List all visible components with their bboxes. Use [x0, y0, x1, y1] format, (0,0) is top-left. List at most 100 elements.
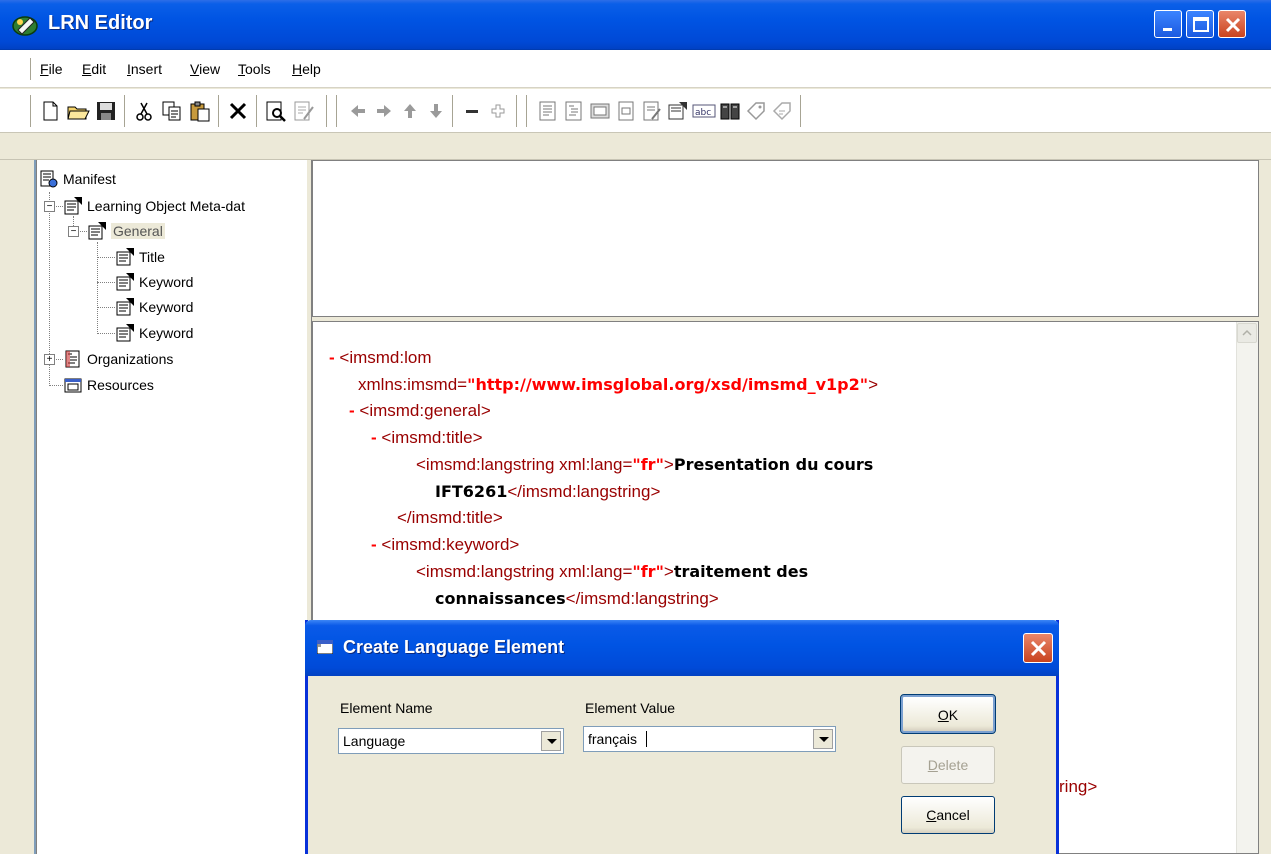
collapse-toggle[interactable]: -: [371, 535, 377, 554]
validate-button[interactable]: [292, 99, 316, 123]
move-right-button[interactable]: [372, 99, 396, 123]
collapse-toggle[interactable]: -: [349, 401, 355, 420]
dialog-title-bar[interactable]: Create Language Element: [305, 620, 1059, 676]
toolbar-separator: [800, 95, 802, 127]
preview-button[interactable]: [264, 99, 288, 123]
delete-button[interactable]: Delete: [901, 746, 995, 784]
minimize-button[interactable]: [1154, 10, 1182, 38]
tree-item-keyword[interactable]: Keyword: [115, 271, 193, 293]
dropdown-arrow-icon[interactable]: [541, 731, 561, 751]
move-up-button[interactable]: [398, 99, 422, 123]
expand-button[interactable]: [486, 99, 510, 123]
maximize-button[interactable]: [1186, 10, 1214, 38]
package-button[interactable]: [770, 99, 794, 123]
toolbar-grip: [28, 95, 31, 127]
metadata-button[interactable]: [536, 99, 560, 123]
copy-button[interactable]: [160, 99, 184, 123]
toolbar-separator: [452, 95, 454, 127]
tree-item-organizations[interactable]: Organizations: [63, 348, 173, 370]
tree-connector: [97, 333, 115, 334]
collapse-toggle[interactable]: -: [371, 428, 377, 447]
resource-icon: [590, 103, 610, 119]
close-icon: [1030, 640, 1047, 657]
xml-scrollbar[interactable]: [1236, 322, 1258, 853]
expander-general[interactable]: −: [68, 226, 79, 237]
tree-item-title[interactable]: Title: [115, 246, 165, 268]
dialog-close-button[interactable]: [1023, 633, 1053, 663]
paste-button[interactable]: [188, 99, 212, 123]
expander-lom[interactable]: −: [44, 201, 55, 212]
create-language-element-dialog: Create Language Element Element Name Ele…: [305, 620, 1059, 854]
open-button[interactable]: [66, 99, 90, 123]
tree-label: General: [111, 223, 165, 239]
move-down-button[interactable]: [424, 99, 448, 123]
tree-label: Manifest: [63, 171, 116, 187]
tree-item-keyword[interactable]: Keyword: [115, 322, 193, 344]
tree-label: Resources: [87, 377, 154, 393]
menu-tools[interactable]: Tools: [238, 61, 271, 77]
item-button[interactable]: [614, 99, 638, 123]
menu-edit[interactable]: Edit: [82, 61, 106, 77]
toolbar-separator: [326, 95, 328, 127]
xml-line: - <imsmd:keyword>: [371, 535, 520, 554]
manifest-tree[interactable]: − − + Manifest Learning Object Meta-dat …: [36, 160, 306, 854]
toolbar-grip: [334, 95, 337, 127]
ok-button[interactable]: OK: [900, 694, 996, 734]
resource-button[interactable]: [588, 99, 612, 123]
xml-line: <imsmd:langstring xml:lang="fr">Presenta…: [416, 455, 874, 474]
tree-label: Keyword: [139, 274, 194, 290]
tag-button[interactable]: [744, 99, 768, 123]
tree-item-resources[interactable]: Resources: [63, 374, 154, 396]
organization-button[interactable]: [562, 99, 586, 123]
tree-label: Title: [139, 249, 165, 265]
tree-item-manifest[interactable]: Manifest: [39, 168, 116, 190]
toolbar-separator: [124, 95, 126, 127]
xml-line: </imsmd:title>: [397, 508, 503, 527]
tree-label: Keyword: [139, 325, 194, 341]
cancel-button[interactable]: Cancel: [901, 796, 995, 834]
package-icon: [772, 102, 791, 121]
collapse-button[interactable]: [460, 99, 484, 123]
properties-pane: [312, 160, 1259, 317]
collapse-toggle[interactable]: -: [329, 348, 335, 367]
tree-connector: [97, 242, 98, 334]
xml-line: ring>: [1059, 777, 1098, 796]
save-button[interactable]: [94, 99, 118, 123]
cut-button[interactable]: [132, 99, 156, 123]
app-logo-icon: [12, 16, 38, 36]
new-button[interactable]: [38, 99, 62, 123]
window-title: LRN Editor: [48, 12, 153, 34]
tree-connector: [49, 385, 63, 386]
tree-item-lom[interactable]: Learning Object Meta-dat: [63, 195, 245, 217]
menu-file[interactable]: File: [40, 61, 63, 77]
element-value-combo[interactable]: français: [583, 726, 836, 752]
arrow-right-icon: [377, 105, 391, 117]
properties-icon: [116, 248, 134, 266]
tree-item-keyword[interactable]: Keyword: [115, 296, 193, 318]
scroll-up-button[interactable]: [1237, 323, 1257, 343]
menu-insert[interactable]: Insert: [127, 61, 162, 77]
move-left-button[interactable]: [346, 99, 370, 123]
expander-organizations[interactable]: +: [44, 354, 55, 365]
element-name-select[interactable]: Language: [338, 728, 564, 754]
organization-icon: [65, 350, 80, 368]
open-icon: [67, 106, 90, 120]
title-bar[interactable]: LRN Editor: [0, 0, 1271, 50]
delete-button[interactable]: [226, 99, 250, 123]
menu-bar: File Edit Insert View Tools Help: [0, 50, 1271, 88]
book-button[interactable]: [718, 99, 742, 123]
main-window: LRN Editor File Edit Insert View Tools H…: [0, 0, 1271, 854]
settings-button[interactable]: [666, 99, 690, 123]
dropdown-arrow-icon[interactable]: [813, 729, 833, 749]
tree-label: Learning Object Meta-dat: [87, 198, 245, 214]
paste-icon: [190, 101, 210, 122]
tree-item-general[interactable]: General: [87, 220, 165, 242]
properties-button[interactable]: [640, 99, 664, 123]
spellcheck-button[interactable]: abc: [692, 99, 716, 123]
tag-icon: [746, 102, 765, 121]
close-button[interactable]: [1218, 10, 1246, 38]
dialog-window-icon: [317, 640, 333, 654]
item-icon: [618, 101, 634, 121]
menu-view[interactable]: View: [190, 61, 220, 77]
menu-help[interactable]: Help: [292, 61, 321, 77]
